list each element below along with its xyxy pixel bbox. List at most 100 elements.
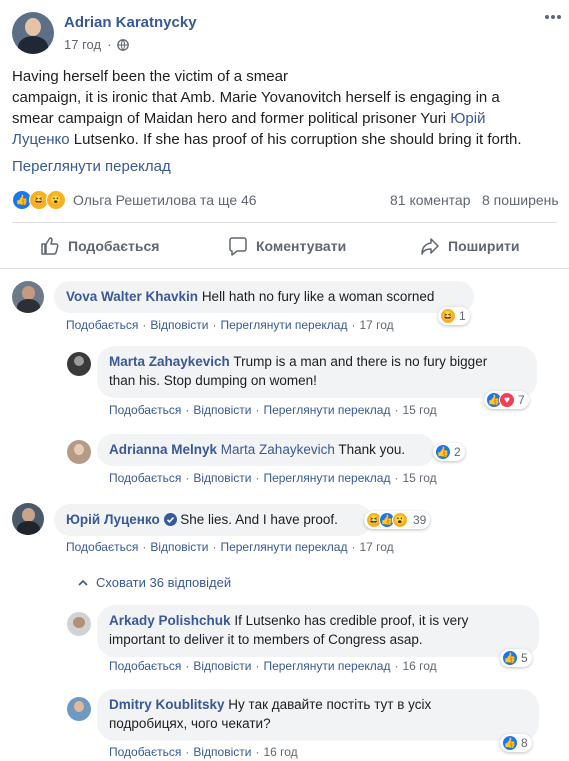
mention-link-yurii[interactable]: Юрій [450, 110, 485, 127]
like-reaction-icon: 👍 [502, 735, 518, 751]
comment-line: Marta Zahaykevich Trump is a man and the… [109, 352, 525, 371]
post-text-span: Lutsenko. If she has proof of his corrup… [69, 131, 522, 148]
mention-link-lutsenko[interactable]: Луценко [12, 131, 70, 148]
post-text-line: campaign, it is ironic that Amb. Marie Y… [12, 89, 500, 106]
comment-like-link[interactable]: Подобається [109, 745, 181, 759]
comment-text: If Lutsenko has credible proof, it is ve… [234, 613, 469, 628]
comment-author[interactable]: Юрій Луценко [66, 512, 160, 527]
comment-line: Arkady Polishchuk If Lutsenko has credib… [109, 611, 527, 630]
post-author-avatar[interactable] [12, 12, 54, 54]
comment-icon [229, 237, 247, 256]
comment-reactions[interactable]: 👍 8 [500, 734, 532, 752]
comments-count[interactable]: 81 коментар [390, 192, 471, 208]
reply-avatar[interactable] [67, 697, 91, 721]
comment-reply-link[interactable]: Відповісти [150, 318, 208, 332]
comment-bubble: Vova Walter Khavkin Hell hath no fury li… [54, 281, 474, 313]
comment-author[interactable]: Dmitry Koublitsky [109, 697, 225, 712]
comment-time[interactable]: 15 год [402, 403, 436, 417]
hide-replies-label[interactable]: Сховати 36 відповідей [96, 575, 231, 590]
share-icon [421, 238, 439, 255]
reply-avatar[interactable] [67, 352, 91, 376]
post-text-line: Луценко Lutsenko. If she has proof of hi… [12, 129, 560, 150]
comment-like-link[interactable]: Подобається [109, 471, 181, 485]
verified-icon [163, 513, 177, 526]
comment-like-link[interactable]: Подобається [66, 318, 138, 332]
reaction-summary[interactable]: 👍 😆 😮 Ольга Решетилова та ще 46 [12, 190, 257, 210]
divider [12, 222, 557, 223]
comment-reactions[interactable]: 😆 1 [438, 307, 470, 325]
comment-text: than his. Stop dumping on women! [109, 373, 317, 388]
comment-bubble: Adrianna Melnyk Marta Zahaykevich Thank … [97, 434, 435, 466]
comment-translate-link[interactable]: Переглянути переклад [220, 318, 347, 332]
comment-bubble: Dmitry Koublitsky Ну так давайте постіть… [97, 689, 539, 741]
comment-time[interactable]: 16 год [263, 745, 297, 759]
wow-reaction-icon: 😮 [392, 512, 408, 528]
like-button[interactable]: Подобається [40, 236, 159, 256]
comment-text: Hell hath no fury like a woman scorned [201, 289, 435, 304]
comment-reply-link[interactable]: Відповісти [193, 471, 251, 485]
comment-text: important to deliver it to members of Co… [109, 632, 423, 647]
comment-button-label[interactable]: Коментувати [256, 238, 346, 254]
comment-mention[interactable]: Marta Zahaykevich [221, 442, 335, 457]
wow-reaction-icon: 😮 [46, 190, 66, 210]
comment-actions: Подобається · Відповісти · Переглянути перек… [109, 471, 437, 485]
comment-reactions[interactable]: 👍 ♥ 7 [484, 391, 529, 409]
comment-actions: Подобається · Відповісти · Переглянути перек… [66, 540, 394, 554]
comment-actions: Подобається · Відповісти · 16 год [109, 745, 298, 759]
comment-author[interactable]: Arkady Polishchuk [109, 613, 231, 628]
post-body: Having herself been the victim of a smea… [12, 66, 560, 150]
comment-author[interactable]: Marta Zahaykevich [109, 354, 230, 369]
comment-author[interactable]: Vova Walter Khavkin [66, 289, 198, 304]
comment-reply-link[interactable]: Відповісти [150, 540, 208, 554]
comment-translate-link[interactable]: Переглянути переклад [263, 659, 390, 673]
share-button-label[interactable]: Поширити [448, 238, 520, 254]
hide-replies-link[interactable]: Сховати 36 відповідей [78, 575, 231, 590]
comment-bubble: Arkady Polishchuk If Lutsenko has credib… [97, 605, 539, 657]
reply-avatar[interactable] [67, 440, 91, 464]
comment-reactions[interactable]: 😆 👍 😮 39 [364, 511, 431, 529]
comment-reply-link[interactable]: Відповісти [193, 403, 251, 417]
chevron-up-icon [78, 579, 88, 586]
comment-like-link[interactable]: Подобається [109, 659, 181, 673]
like-reaction-icon: 👍 [502, 650, 518, 666]
post-text-span: smear campaign of Maidan hero and former… [12, 110, 451, 127]
comment-bubble: Marta Zahaykevich Trump is a man and the… [97, 346, 537, 398]
share-button[interactable]: Поширити [420, 236, 520, 256]
comment-text: подробицях, чого чекати? [109, 716, 271, 731]
post-options-icon[interactable] [545, 14, 561, 20]
shares-count[interactable]: 8 поширень [482, 192, 566, 208]
comment-avatar[interactable] [12, 503, 44, 535]
post-author-name[interactable]: Adrian Karatnycky [64, 14, 197, 31]
comment-time[interactable]: 15 год [402, 471, 436, 485]
like-button-label[interactable]: Подобається [68, 238, 159, 254]
reply-avatar[interactable] [67, 612, 91, 636]
comment-text: She lies. And I have proof. [180, 512, 338, 527]
post-text-line: Having herself been the victim of a smea… [12, 68, 288, 85]
comment-reaction-count: 1 [459, 309, 466, 323]
comment-time[interactable]: 17 год [359, 540, 393, 554]
comment-actions: Подобається · Відповісти · Переглянути перек… [109, 659, 437, 673]
comment-button[interactable]: Коментувати [228, 236, 346, 256]
reactors-text[interactable]: Ольга Решетилова та ще 46 [73, 192, 257, 208]
see-translation-link[interactable]: Переглянути переклад [12, 158, 171, 175]
comment-reactions[interactable]: 👍 2 [433, 443, 465, 461]
comment-actions: Подобається · Відповісти · Переглянути перек… [66, 318, 394, 332]
comment-translate-link[interactable]: Переглянути переклад [263, 471, 390, 485]
post-timestamp[interactable]: 17 год · [64, 37, 130, 52]
comment-translate-link[interactable]: Переглянути переклад [220, 540, 347, 554]
comment-reply-link[interactable]: Відповісти [193, 745, 251, 759]
comment-translate-link[interactable]: Переглянути переклад [263, 403, 390, 417]
comment-text: Thank you. [338, 442, 406, 457]
comment-avatar[interactable] [12, 281, 44, 313]
love-reaction-icon: ♥ [499, 392, 515, 408]
comment-like-link[interactable]: Подобається [109, 403, 181, 417]
comment-reply-link[interactable]: Відповісти [193, 659, 251, 673]
post-text-line: smear campaign of Maidan hero and former… [12, 108, 560, 129]
comment-reaction-count: 8 [521, 736, 528, 750]
comment-time[interactable]: 17 год [359, 318, 393, 332]
comment-like-link[interactable]: Подобається [66, 540, 138, 554]
comment-author[interactable]: Adrianna Melnyk [109, 442, 217, 457]
comment-time[interactable]: 16 год [402, 659, 436, 673]
post-time[interactable]: 17 год [64, 37, 101, 52]
comment-reactions[interactable]: 👍 5 [500, 649, 532, 667]
